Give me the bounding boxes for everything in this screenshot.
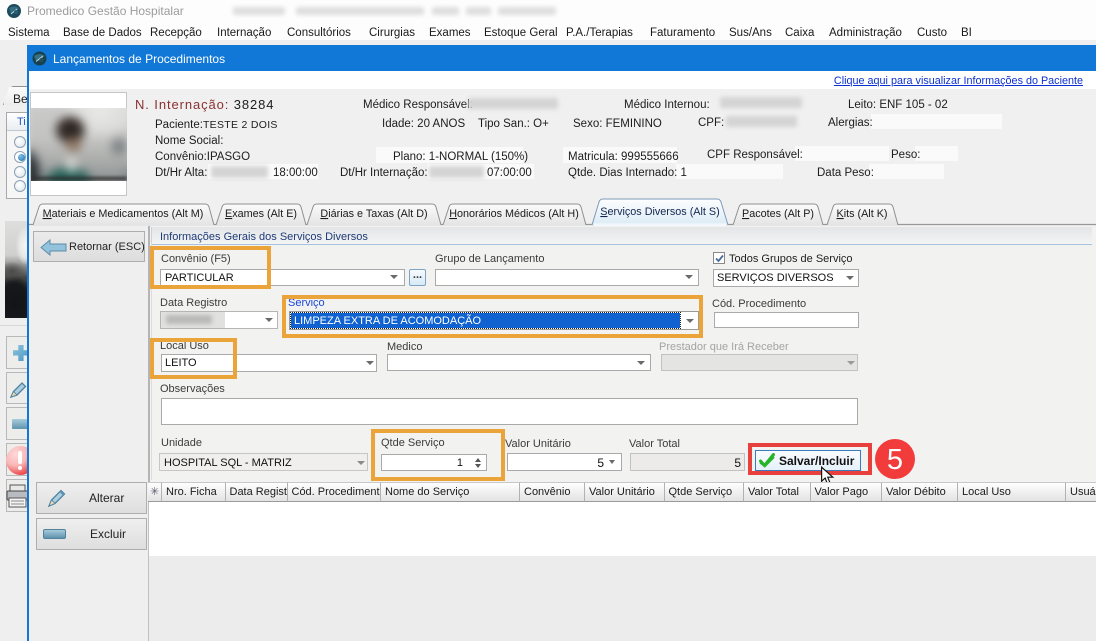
svg-text:Honorários Médicos (Alt H): Honorários Médicos (Alt H) [449, 208, 579, 220]
svg-text:Pacotes (Alt P): Pacotes (Alt P) [742, 208, 814, 220]
svg-text:Serviços Diversos (Alt S): Serviços Diversos (Alt S) [600, 206, 719, 218]
svg-text:Materiais e Medicamentos (Alt: Materiais e Medicamentos (Alt M) [43, 208, 204, 220]
svg-text:Kits (Alt K): Kits (Alt K) [837, 208, 888, 220]
svg-text:Exames (Alt E): Exames (Alt E) [225, 208, 297, 220]
svg-text:Diárias e Taxas (Alt D): Diárias e Taxas (Alt D) [320, 208, 427, 220]
